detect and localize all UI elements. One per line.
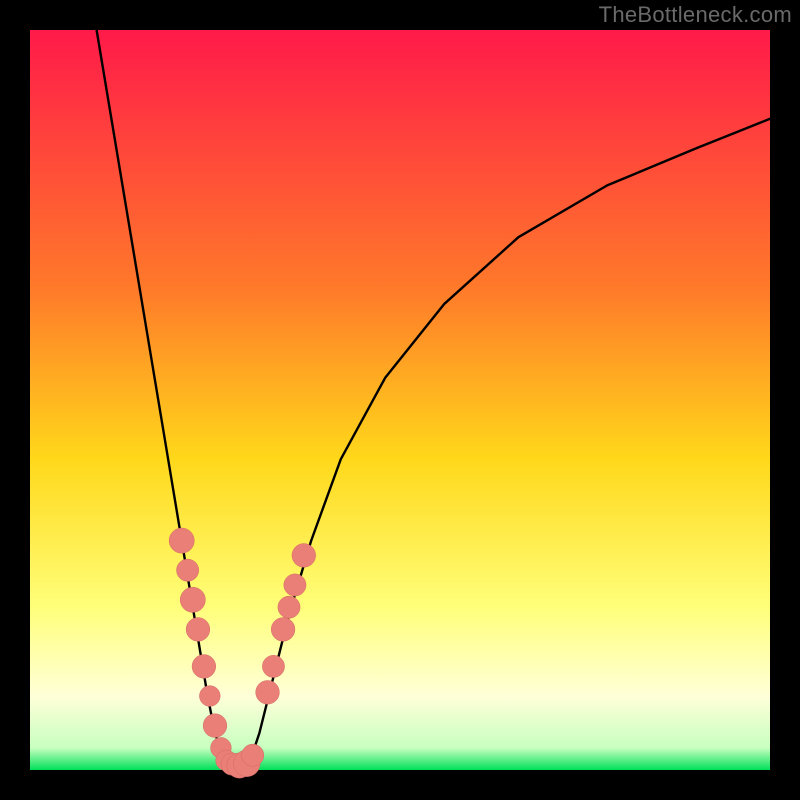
marker-13 <box>256 680 280 704</box>
gradient-background <box>30 30 770 770</box>
marker-15 <box>271 618 295 642</box>
marker-18 <box>292 544 316 568</box>
marker-4 <box>192 655 216 679</box>
marker-2 <box>180 587 205 612</box>
marker-0 <box>169 528 194 553</box>
marker-12 <box>242 744 264 766</box>
marker-14 <box>262 655 284 677</box>
marker-6 <box>203 714 227 738</box>
watermark-text: TheBottleneck.com <box>599 2 792 28</box>
bottleneck-chart <box>0 0 800 800</box>
marker-3 <box>186 618 210 642</box>
marker-16 <box>278 596 300 618</box>
marker-17 <box>284 574 306 596</box>
marker-1 <box>177 559 199 581</box>
chart-frame: TheBottleneck.com <box>0 0 800 800</box>
marker-5 <box>199 686 220 707</box>
